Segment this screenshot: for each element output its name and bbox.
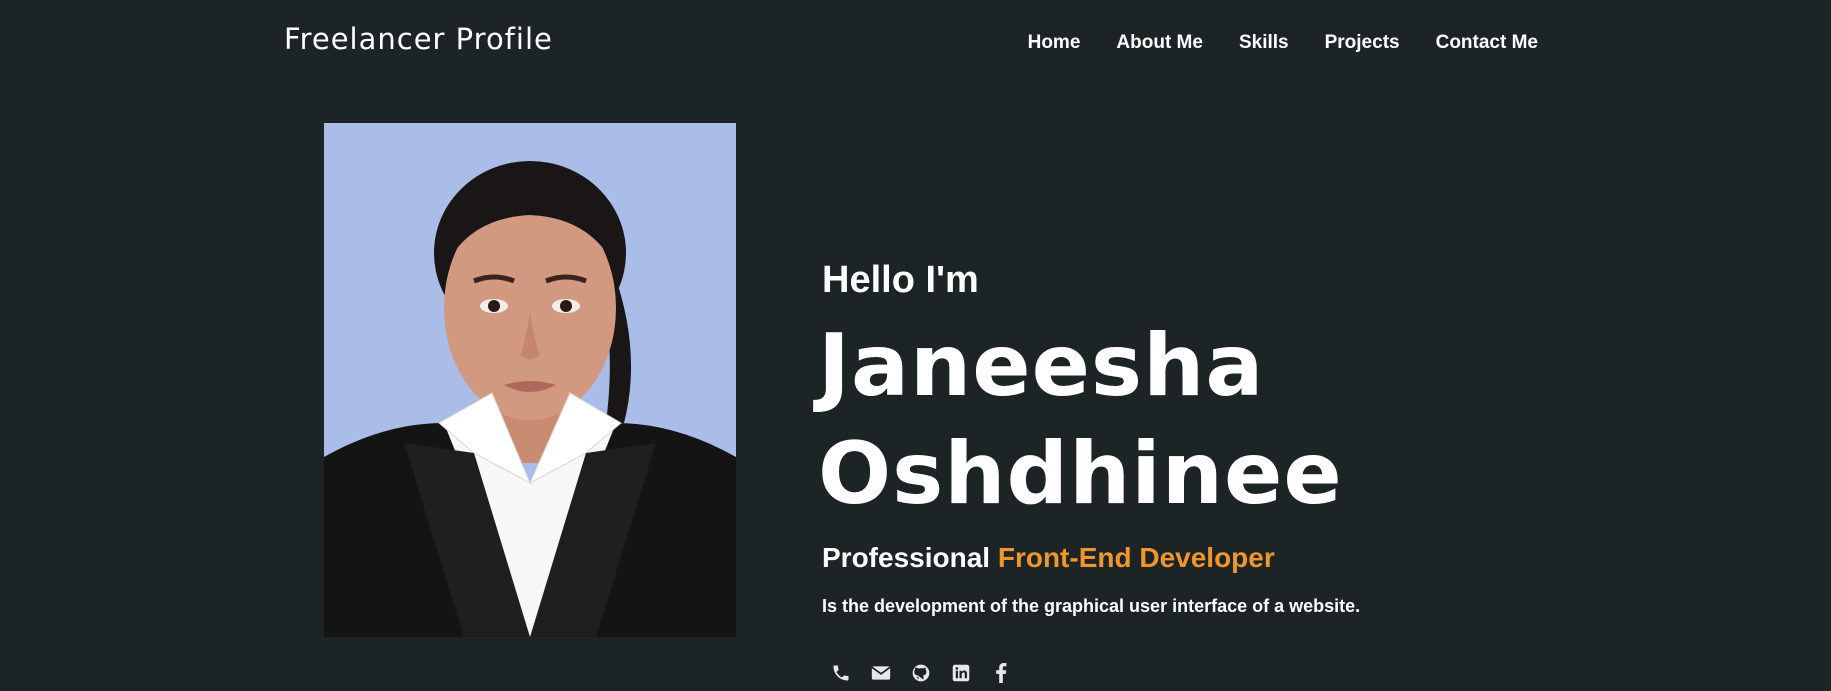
nav-about-me[interactable]: About Me: [1116, 32, 1203, 54]
name-line-1: Janeesha: [818, 316, 1265, 416]
phone-icon[interactable]: [830, 662, 852, 684]
role-prefix: Professional: [822, 542, 991, 573]
role-title: Professional Front-End Developer: [822, 542, 1722, 574]
nav-contact-me[interactable]: Contact Me: [1436, 32, 1538, 54]
name-line-2: Oshdhinee: [818, 424, 1343, 524]
page: Freelancer Profile Home About Me Skills …: [0, 0, 1831, 691]
nav-projects[interactable]: Projects: [1325, 32, 1400, 54]
profile-photo: [324, 123, 736, 637]
profile-name: Janeesha Oshdhinee: [818, 312, 1722, 528]
email-icon[interactable]: [870, 662, 892, 684]
github-icon[interactable]: [910, 662, 932, 684]
hero-section: Hello I'm Janeesha Oshdhinee Professiona…: [818, 256, 1722, 617]
brand-title[interactable]: Freelancer Profile: [284, 22, 553, 56]
role-description: Is the development of the graphical user…: [822, 596, 1361, 616]
facebook-icon[interactable]: [990, 662, 1012, 684]
linkedin-icon[interactable]: [950, 662, 972, 684]
main-nav: Home About Me Skills Projects Contact Me: [1028, 32, 1538, 54]
social-links: [830, 662, 1012, 684]
nav-home[interactable]: Home: [1028, 32, 1081, 54]
greeting-text: Hello I'm: [822, 259, 979, 301]
role-highlight: Front-End Developer: [997, 542, 1275, 573]
nav-skills[interactable]: Skills: [1239, 32, 1289, 54]
